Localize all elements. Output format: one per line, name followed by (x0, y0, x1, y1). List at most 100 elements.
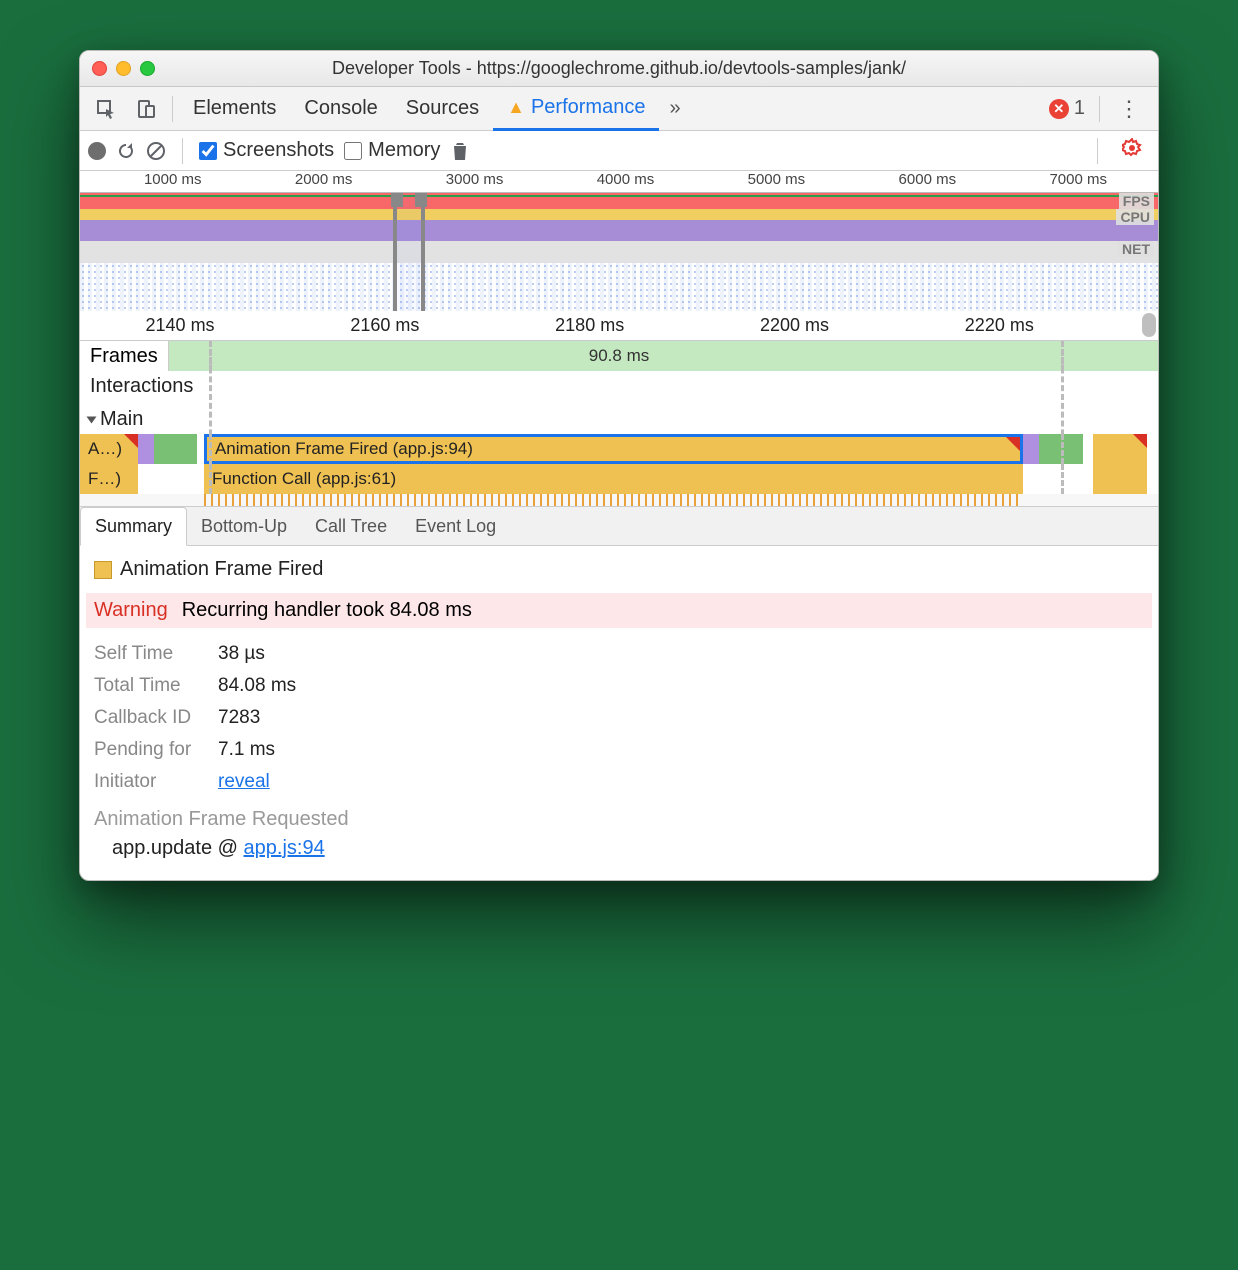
flame-bar[interactable] (154, 434, 197, 464)
tab-event-log[interactable]: Event Log (401, 508, 510, 545)
detail-ruler[interactable]: 2140 ms 2160 ms 2180 ms 2200 ms 2220 ms (80, 311, 1158, 341)
total-time-value: 84.08 ms (218, 675, 296, 697)
flame-row: F…) Function Call (app.js:61) (80, 464, 1158, 494)
screenshots-checkbox[interactable]: Screenshots (199, 139, 334, 162)
divider (1097, 138, 1098, 164)
trash-icon[interactable] (450, 140, 470, 162)
flame-bar[interactable] (1093, 464, 1147, 494)
cpu-label: CPU (1116, 209, 1154, 225)
animation-frame-requested-header: Animation Frame Requested (94, 808, 1144, 831)
overview-panel[interactable]: 1000 ms 2000 ms 3000 ms 4000 ms 5000 ms … (80, 171, 1158, 311)
tick: 2000 ms (295, 171, 353, 188)
flame-bar[interactable]: F…) (80, 464, 138, 494)
tab-sources[interactable]: Sources (392, 87, 493, 131)
summary-pane: Animation Frame Fired Warning Recurring … (80, 546, 1158, 880)
warning-row: Warning Recurring handler took 84.08 ms (86, 593, 1152, 628)
initiator-label: Initiator (94, 771, 204, 793)
tick: 7000 ms (1049, 171, 1107, 188)
titlebar: Developer Tools - https://googlechrome.g… (80, 51, 1158, 87)
tick: 1000 ms (144, 171, 202, 188)
net-label: NET (1118, 241, 1154, 257)
panel-tabs: Elements Console Sources ▲ Performance »… (80, 87, 1158, 131)
device-toggle-icon[interactable] (126, 93, 166, 125)
record-button[interactable] (88, 142, 106, 160)
warning-icon: ▲ (507, 97, 525, 118)
self-time-value: 38 µs (218, 643, 265, 665)
error-icon: ✕ (1049, 99, 1069, 119)
main-thread-header[interactable]: Main (80, 405, 1158, 434)
panel-overflow-button[interactable]: » (659, 97, 690, 120)
fps-label: FPS (1119, 193, 1154, 209)
pending-for-value: 7.1 ms (218, 739, 275, 761)
vertical-scrollbar[interactable] (1142, 313, 1156, 337)
maximize-window-button[interactable] (140, 61, 155, 76)
tick: 4000 ms (597, 171, 655, 188)
tick: 2220 ms (965, 315, 1034, 336)
stack-trace-line: app.update @ app.js:94 (94, 837, 1144, 860)
reload-icon[interactable] (116, 141, 136, 161)
callback-id-value: 7283 (218, 707, 260, 729)
tick: 6000 ms (899, 171, 957, 188)
frame-duration: 90.8 ms (589, 346, 649, 366)
close-window-button[interactable] (92, 61, 107, 76)
fps-track (80, 193, 1158, 209)
tab-summary[interactable]: Summary (80, 507, 187, 546)
flame-bar[interactable] (1023, 434, 1039, 464)
tick: 2180 ms (555, 315, 624, 336)
tick: 2160 ms (350, 315, 419, 336)
total-time-label: Total Time (94, 675, 204, 697)
clear-icon[interactable] (146, 141, 166, 161)
tick: 2140 ms (146, 315, 215, 336)
error-count-value: 1 (1074, 97, 1085, 120)
flame-bar-selected[interactable]: Animation Frame Fired (app.js:94) (204, 434, 1023, 464)
initiator-reveal-link[interactable]: reveal (218, 771, 270, 793)
tab-performance[interactable]: ▲ Performance (493, 87, 659, 131)
tab-console[interactable]: Console (290, 87, 391, 131)
inspect-element-icon[interactable] (86, 93, 126, 125)
interactions-label: Interactions (90, 375, 193, 397)
flame-row (80, 494, 1158, 506)
flame-row: A…) Animation Frame Fired (app.js:94) (80, 434, 1158, 464)
main-label: Main (100, 408, 143, 431)
flame-chart[interactable]: Frames 90.8 ms Interactions Main A…) Ani… (80, 341, 1158, 506)
cpu-track (80, 209, 1158, 241)
tab-bottom-up[interactable]: Bottom-Up (187, 508, 301, 545)
flame-bar[interactable]: Function Call (app.js:61) (204, 464, 1023, 494)
flame-bar[interactable] (138, 434, 154, 464)
flame-bar[interactable] (1093, 434, 1147, 464)
warning-text: Recurring handler took 84.08 ms (182, 599, 472, 622)
frames-lane: Frames 90.8 ms (80, 341, 1158, 371)
divider (172, 96, 173, 122)
tab-elements[interactable]: Elements (179, 87, 290, 131)
overview-selection[interactable] (393, 193, 425, 311)
error-count-badge[interactable]: ✕ 1 (1041, 97, 1093, 120)
screenshots-label: Screenshots (223, 139, 334, 162)
flame-bar[interactable]: A…) (80, 434, 138, 464)
minimize-window-button[interactable] (116, 61, 131, 76)
stack-source-link[interactable]: app.js:94 (244, 837, 325, 859)
window-title: Developer Tools - https://googlechrome.g… (80, 58, 1158, 79)
screenshot-strip (80, 263, 1158, 311)
selection-handle-right[interactable] (415, 193, 427, 207)
event-color-swatch (94, 561, 112, 579)
overview-ruler: 1000 ms 2000 ms 3000 ms 4000 ms 5000 ms … (80, 171, 1158, 193)
interactions-lane: Interactions (80, 371, 1158, 405)
tick: 5000 ms (748, 171, 806, 188)
tick: 2200 ms (760, 315, 829, 336)
collapse-icon (87, 416, 97, 423)
tab-performance-label: Performance (531, 96, 646, 119)
performance-toolbar: Screenshots Memory (80, 131, 1158, 171)
devtools-window: Developer Tools - https://googlechrome.g… (79, 50, 1159, 881)
divider (1099, 96, 1100, 122)
tab-call-tree[interactable]: Call Tree (301, 508, 401, 545)
capture-settings-icon[interactable] (1114, 138, 1150, 164)
selection-handle-left[interactable] (391, 193, 403, 207)
memory-checkbox[interactable]: Memory (344, 139, 440, 162)
net-track (80, 241, 1158, 263)
tick: 3000 ms (446, 171, 504, 188)
frames-label: Frames (80, 341, 169, 371)
divider (182, 138, 183, 164)
warning-label: Warning (94, 599, 168, 622)
settings-menu-button[interactable]: ⋮ (1106, 96, 1152, 122)
pending-for-label: Pending for (94, 739, 204, 761)
